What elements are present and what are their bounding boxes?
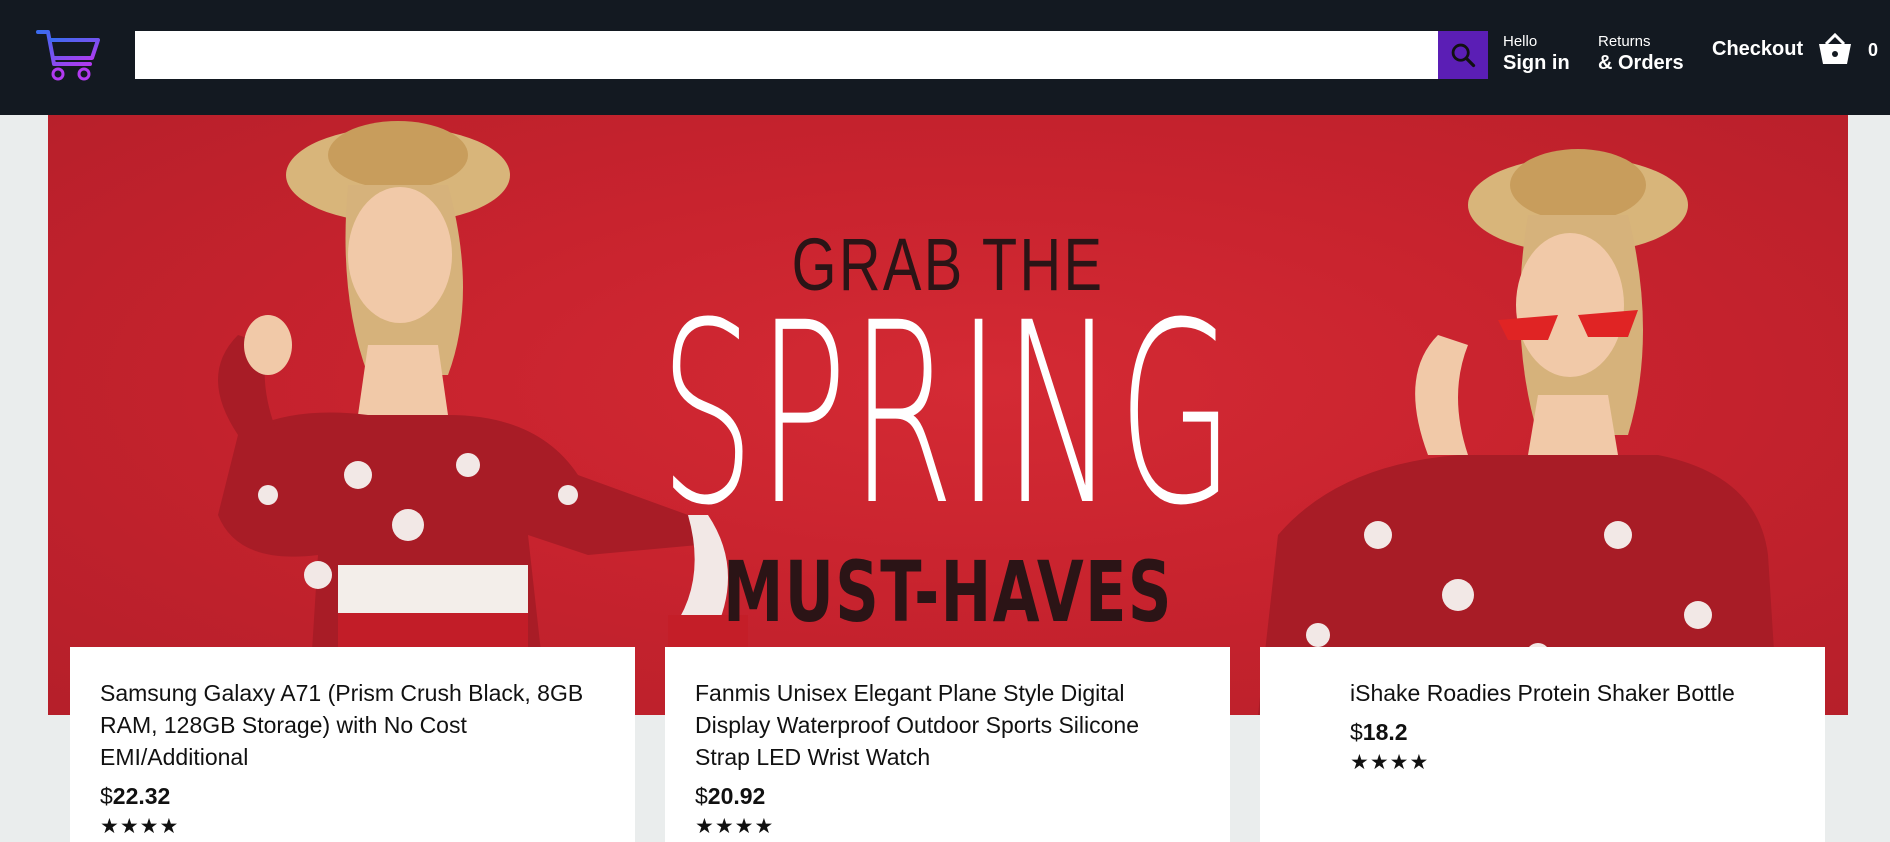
product-title[interactable]: iShake Roadies Protein Shaker Bottle [1350,677,1795,709]
hero-banner: GRAB THE SPRING MUST-HAVES [48,115,1848,715]
shopping-cart-logo-icon[interactable] [36,28,100,84]
product-rating: ★★★★ [100,815,180,838]
search-icon [1451,43,1476,68]
product-price: $20.92 [695,783,766,809]
product-price: $18.2 [1350,719,1408,745]
product-price: $22.32 [100,783,171,809]
signin-option[interactable]: Hello Sign in [1503,33,1570,75]
orders-label: & Orders [1598,52,1684,74]
banner-model-right-image [1258,149,1778,715]
product-rating: ★★★★ [695,815,775,838]
product-card[interactable]: iShake Roadies Protein Shaker Bottle $18… [1260,647,1825,842]
product-rating: ★★★★ [1350,751,1430,774]
product-card[interactable]: Samsung Galaxy A71 (Prism Crush Black, 8… [70,647,635,842]
orders-option[interactable]: Returns & Orders [1598,33,1684,75]
basket-count: 0 [1868,40,1879,60]
product-title[interactable]: Fanmis Unisex Elegant Plane Style Digita… [695,677,1200,773]
returns-label: Returns [1598,33,1651,50]
basket-icon[interactable] [1815,32,1855,68]
header: Hello Sign in Returns & Orders Checkout … [0,0,1890,115]
signin-greeting: Hello [1503,33,1538,50]
product-title[interactable]: Samsung Galaxy A71 (Prism Crush Black, 8… [100,677,605,773]
product-card[interactable]: Fanmis Unisex Elegant Plane Style Digita… [665,647,1230,842]
search-button[interactable] [1438,31,1488,79]
checkout-link[interactable]: Checkout [1712,38,1803,61]
search-input[interactable] [135,31,1438,79]
signin-label: Sign in [1503,52,1570,74]
